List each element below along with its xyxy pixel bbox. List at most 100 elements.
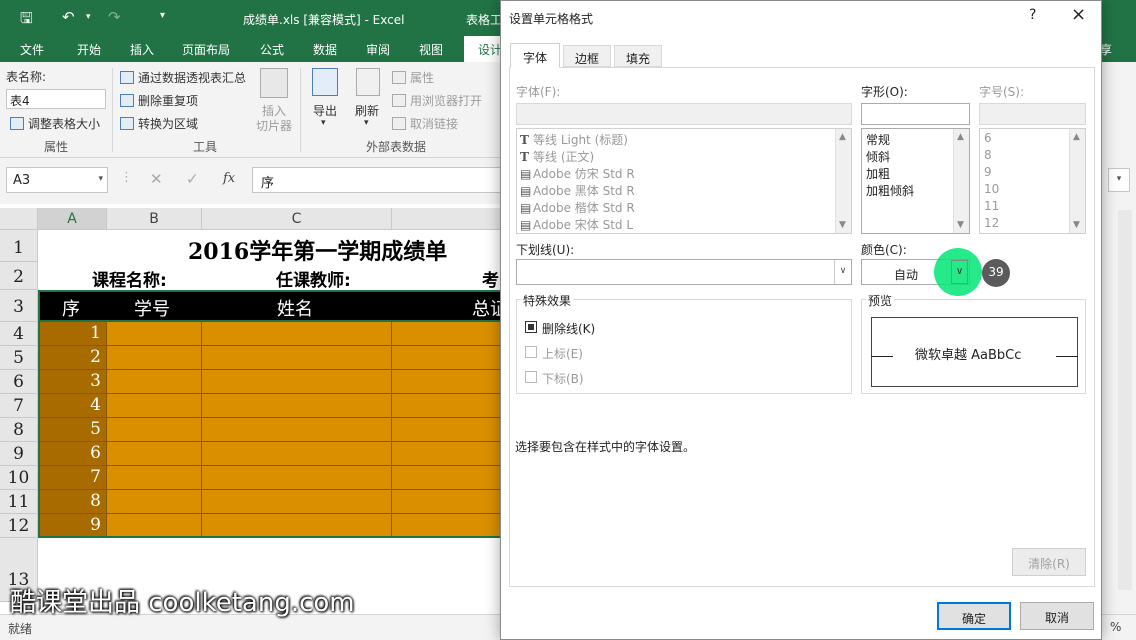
style-list-item[interactable]: 加粗 <box>866 165 914 182</box>
font-list-item[interactable]: ▤ Adobe 楷体 Std R <box>520 199 635 216</box>
style-list[interactable]: 常规 倾斜 加粗 加粗倾斜 ▲ ▼ <box>861 128 970 234</box>
pivot-summary-button[interactable]: 通过数据透视表汇总 <box>120 69 246 86</box>
ok-button[interactable]: 确定 <box>937 602 1011 630</box>
style-list-item[interactable]: 常规 <box>866 131 914 148</box>
scroll-up-icon[interactable]: ▲ <box>957 132 964 142</box>
seq-cell[interactable]: 6 <box>38 442 107 466</box>
header-name[interactable]: 姓名 <box>277 295 313 321</box>
column-header-a[interactable]: A <box>38 208 107 230</box>
name-cell[interactable] <box>202 490 392 514</box>
cancel-button[interactable]: 取消 <box>1020 602 1094 630</box>
refresh-dropdown-icon[interactable]: ▾ <box>364 118 369 128</box>
font-list-item[interactable]: ▤ Adobe 黑体 Std R <box>520 182 635 199</box>
undo-dropdown-icon[interactable]: ▾ <box>86 12 91 22</box>
underline-select[interactable]: ∨ <box>516 259 852 285</box>
row-header-6[interactable]: 6 <box>0 370 38 394</box>
seq-cell[interactable]: 1 <box>38 322 107 346</box>
resize-table-button[interactable]: 调整表格大小 <box>10 115 100 132</box>
insert-function-icon[interactable]: fx <box>223 171 235 186</box>
row-header-12[interactable]: 12 <box>0 514 38 538</box>
size-list-item[interactable]: 10 <box>984 182 999 199</box>
seq-cell[interactable]: 2 <box>38 346 107 370</box>
convert-to-range-button[interactable]: 转换为区域 <box>120 115 198 132</box>
save-icon[interactable]: 🖫 <box>20 8 33 33</box>
undo-icon[interactable]: ↶ <box>62 8 75 26</box>
total-cell[interactable] <box>392 370 502 394</box>
customize-toolbar-icon[interactable]: ▾ <box>160 10 165 21</box>
student-id-cell[interactable] <box>107 466 202 490</box>
column-header-c[interactable]: C <box>202 208 392 230</box>
total-cell[interactable] <box>392 442 502 466</box>
total-cell[interactable] <box>392 418 502 442</box>
tab-formulas[interactable]: 公式 <box>260 41 284 58</box>
seq-cell[interactable]: 3 <box>38 370 107 394</box>
scroll-up-icon[interactable]: ▲ <box>839 132 846 142</box>
seq-cell[interactable]: 8 <box>38 490 107 514</box>
total-cell[interactable] <box>392 490 502 514</box>
name-cell[interactable] <box>202 442 392 466</box>
scroll-up-icon[interactable]: ▲ <box>1073 132 1080 142</box>
column-header-b[interactable]: B <box>107 208 202 230</box>
style-list-scrollbar[interactable]: ▲ ▼ <box>953 129 969 233</box>
name-cell[interactable] <box>202 466 392 490</box>
tab-insert[interactable]: 插入 <box>130 41 154 58</box>
row-header-3[interactable]: 3 <box>0 290 38 322</box>
enter-icon[interactable]: ✓ <box>186 170 199 188</box>
style-list-item[interactable]: 倾斜 <box>866 148 914 165</box>
row-header-5[interactable]: 5 <box>0 346 38 370</box>
font-list[interactable]: T 等线 Light (标题) T 等线 (正文) ▤ Adobe 仿宋 Std R ▤ Ad… <box>516 128 852 234</box>
close-button[interactable]: × <box>1071 4 1086 25</box>
export-button[interactable]: 导出 <box>313 102 337 119</box>
remove-duplicates-button[interactable]: 删除重复项 <box>120 92 198 109</box>
size-list-scrollbar[interactable]: ▲ ▼ <box>1069 129 1085 233</box>
help-button[interactable]: ? <box>1029 7 1036 23</box>
seq-cell[interactable]: 5 <box>38 418 107 442</box>
header-student-id[interactable]: 学号 <box>134 295 170 321</box>
size-list-item[interactable]: 8 <box>984 148 999 165</box>
total-cell[interactable] <box>392 322 502 346</box>
name-box-dropdown-icon[interactable]: ▾ <box>98 174 103 184</box>
header-seq[interactable]: 序 <box>62 295 80 321</box>
scroll-down-icon[interactable]: ▼ <box>839 220 846 230</box>
row-header-11[interactable]: 11 <box>0 490 38 514</box>
student-id-cell[interactable] <box>107 370 202 394</box>
size-list-item[interactable]: 12 <box>984 216 999 233</box>
tab-view[interactable]: 视图 <box>419 41 443 58</box>
name-cell[interactable] <box>202 514 392 538</box>
tab-fill[interactable]: 填充 <box>614 45 662 67</box>
row-header-2[interactable]: 2 <box>0 262 38 290</box>
scroll-down-icon[interactable]: ▼ <box>1073 220 1080 230</box>
column-header-d[interactable] <box>392 208 502 230</box>
total-cell[interactable] <box>392 394 502 418</box>
name-cell[interactable] <box>202 346 392 370</box>
underline-dropdown-icon[interactable]: ∨ <box>834 260 851 284</box>
size-list-item[interactable]: 6 <box>984 131 999 148</box>
size-list-item[interactable]: 9 <box>984 165 999 182</box>
seq-cell[interactable]: 7 <box>38 466 107 490</box>
tab-data[interactable]: 数据 <box>313 41 337 58</box>
tab-border[interactable]: 边框 <box>563 45 611 67</box>
row-header-7[interactable]: 7 <box>0 394 38 418</box>
style-list-item[interactable]: 加粗倾斜 <box>866 182 914 199</box>
font-list-item[interactable]: T 等线 (正文) <box>520 148 635 165</box>
student-id-cell[interactable] <box>107 514 202 538</box>
name-cell[interactable] <box>202 418 392 442</box>
tab-home[interactable]: 开始 <box>77 41 101 58</box>
row-header-8[interactable]: 8 <box>0 418 38 442</box>
student-id-cell[interactable] <box>107 418 202 442</box>
total-cell[interactable] <box>392 346 502 370</box>
total-cell[interactable] <box>392 514 502 538</box>
student-id-cell[interactable] <box>107 442 202 466</box>
name-box[interactable]: A3 ▾ <box>6 167 108 193</box>
table-name-input[interactable]: 表4 <box>6 89 106 109</box>
vertical-scrollbar[interactable] <box>1118 210 1132 590</box>
zoom-level[interactable]: % <box>1110 620 1121 634</box>
font-list-item[interactable]: ▤ Adobe 宋体 Std L <box>520 216 635 233</box>
seq-cell[interactable]: 4 <box>38 394 107 418</box>
font-list-item[interactable]: T 等线 Light (标题) <box>520 131 635 148</box>
tab-font[interactable]: 字体 <box>510 43 560 68</box>
tab-file[interactable]: 文件 <box>20 41 44 58</box>
student-id-cell[interactable] <box>107 346 202 370</box>
tab-review[interactable]: 审阅 <box>366 41 390 58</box>
name-cell[interactable] <box>202 370 392 394</box>
